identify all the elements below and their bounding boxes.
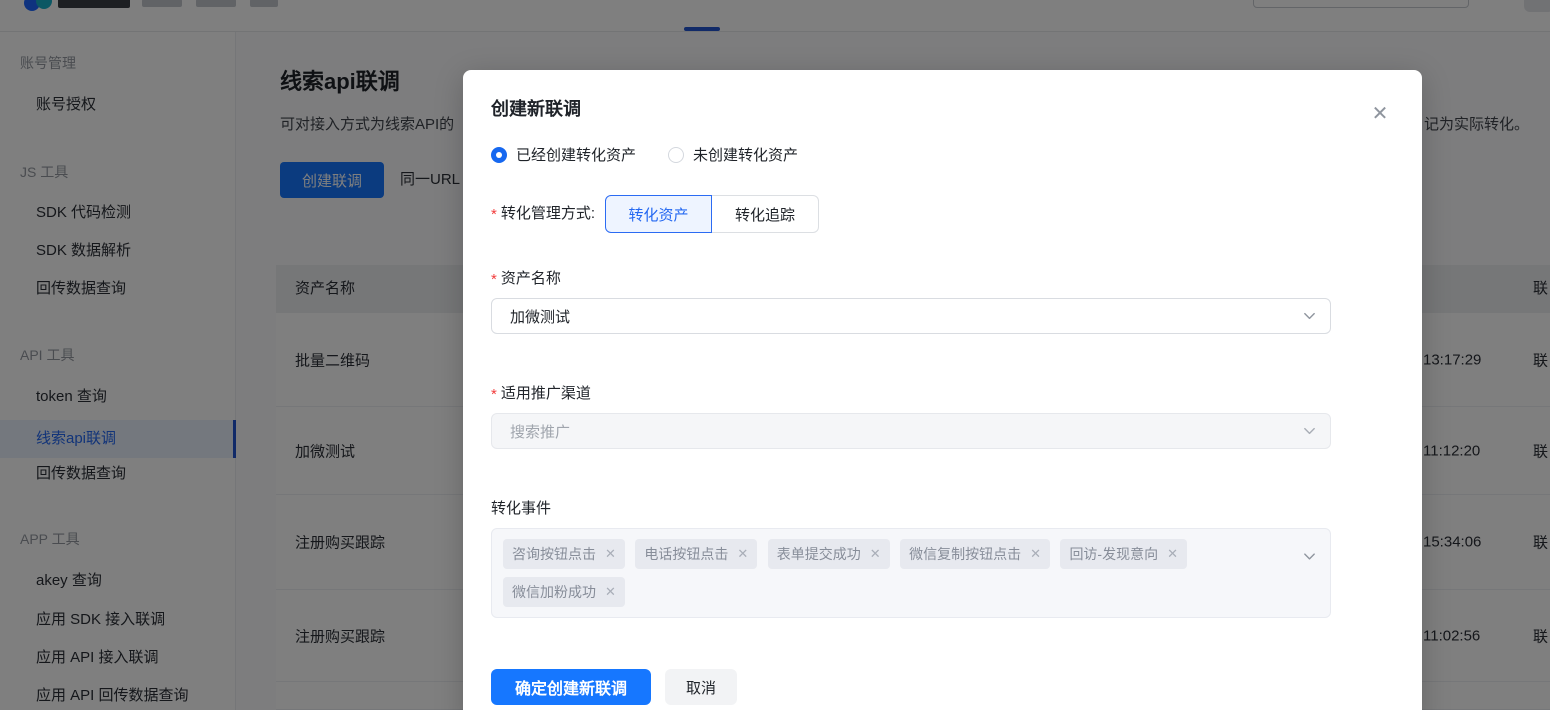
tag-label: 表单提交成功 bbox=[776, 546, 861, 562]
radio-label: 已经创建转化资产 bbox=[516, 147, 637, 164]
required-asterisk: * bbox=[491, 385, 497, 403]
asset-name-value: 加微测试 bbox=[510, 308, 571, 326]
manage-mode-segmented: 转化资产 转化追踪 bbox=[605, 195, 820, 233]
tag-label: 回访-发现意向 bbox=[1069, 546, 1159, 562]
chevron-down-icon bbox=[1302, 424, 1317, 439]
event-tag: 电话按钮点击 ✕ bbox=[635, 539, 758, 569]
required-asterisk: * bbox=[491, 270, 497, 288]
modal-footer: 确定创建新联调 取消 bbox=[491, 669, 1394, 705]
asset-name-select[interactable]: 加微测试 bbox=[491, 298, 1331, 334]
channel-value: 搜索推广 bbox=[510, 423, 571, 441]
asset-name-label-row: * 资产名称 bbox=[491, 269, 1394, 289]
tag-label: 电话按钮点击 bbox=[644, 546, 729, 562]
create-debug-modal: 创建新联调 ✕ 已经创建转化资产 未创建转化资产 * 转化管理方式: 转化资产 … bbox=[463, 70, 1422, 710]
event-tag: 咨询按钮点击 ✕ bbox=[503, 539, 625, 569]
radio-label: 未创建转化资产 bbox=[693, 147, 799, 164]
manage-mode-label: 转化管理方式: bbox=[500, 205, 596, 222]
event-tag: 微信加粉成功 ✕ bbox=[503, 577, 625, 607]
tag-remove-icon[interactable]: ✕ bbox=[737, 546, 748, 562]
conversion-events-multiselect[interactable]: 咨询按钮点击 ✕ 电话按钮点击 ✕ 表单提交成功 ✕ 微信复制按钮点击 ✕ 回访… bbox=[491, 528, 1331, 618]
tag-remove-icon[interactable]: ✕ bbox=[1167, 546, 1178, 562]
tag-remove-icon[interactable]: ✕ bbox=[870, 546, 881, 562]
event-tag: 微信复制按钮点击 ✕ bbox=[900, 539, 1050, 569]
modal-title: 创建新联调 bbox=[491, 99, 581, 119]
chevron-down-icon bbox=[1302, 549, 1317, 564]
segment-conversion-asset[interactable]: 转化资产 bbox=[605, 195, 713, 233]
radio-unselected-icon bbox=[668, 146, 685, 163]
required-asterisk: * bbox=[491, 205, 497, 223]
radio-asset-created[interactable]: 已经创建转化资产 bbox=[491, 144, 636, 165]
events-label-row: 转化事件 bbox=[491, 499, 1394, 519]
manage-mode-row: * 转化管理方式: 转化资产 转化追踪 bbox=[491, 195, 1394, 233]
events-label: 转化事件 bbox=[491, 500, 552, 517]
event-tag: 回访-发现意向 ✕ bbox=[1060, 539, 1188, 569]
confirm-create-button[interactable]: 确定创建新联调 bbox=[491, 669, 651, 705]
tag-label: 微信加粉成功 bbox=[512, 584, 596, 600]
cancel-button[interactable]: 取消 bbox=[665, 669, 737, 705]
asset-name-label: 资产名称 bbox=[500, 270, 561, 287]
tag-label: 咨询按钮点击 bbox=[512, 546, 596, 562]
tag-remove-icon[interactable]: ✕ bbox=[605, 546, 616, 562]
channel-label: 适用推广渠道 bbox=[500, 385, 591, 402]
radio-selected-icon bbox=[491, 146, 507, 163]
event-tag: 表单提交成功 ✕ bbox=[767, 539, 890, 569]
tag-remove-icon[interactable]: ✕ bbox=[605, 584, 616, 600]
tag-remove-icon[interactable]: ✕ bbox=[1030, 546, 1041, 562]
channel-label-row: * 适用推广渠道 bbox=[491, 384, 1394, 404]
app-screen: 账号管理 账号授权 JS 工具 SDK 代码检测 SDK 数据解析 回传数据查询… bbox=[0, 0, 1550, 710]
segment-conversion-tracking[interactable]: 转化追踪 bbox=[712, 195, 820, 233]
channel-select: 搜索推广 bbox=[491, 413, 1331, 449]
chevron-down-icon bbox=[1302, 309, 1317, 324]
asset-created-radio-group: 已经创建转化资产 未创建转化资产 bbox=[491, 144, 1394, 165]
close-icon[interactable]: ✕ bbox=[1368, 102, 1392, 126]
radio-asset-not-created[interactable]: 未创建转化资产 bbox=[668, 144, 798, 165]
tag-label: 微信复制按钮点击 bbox=[909, 546, 1022, 562]
